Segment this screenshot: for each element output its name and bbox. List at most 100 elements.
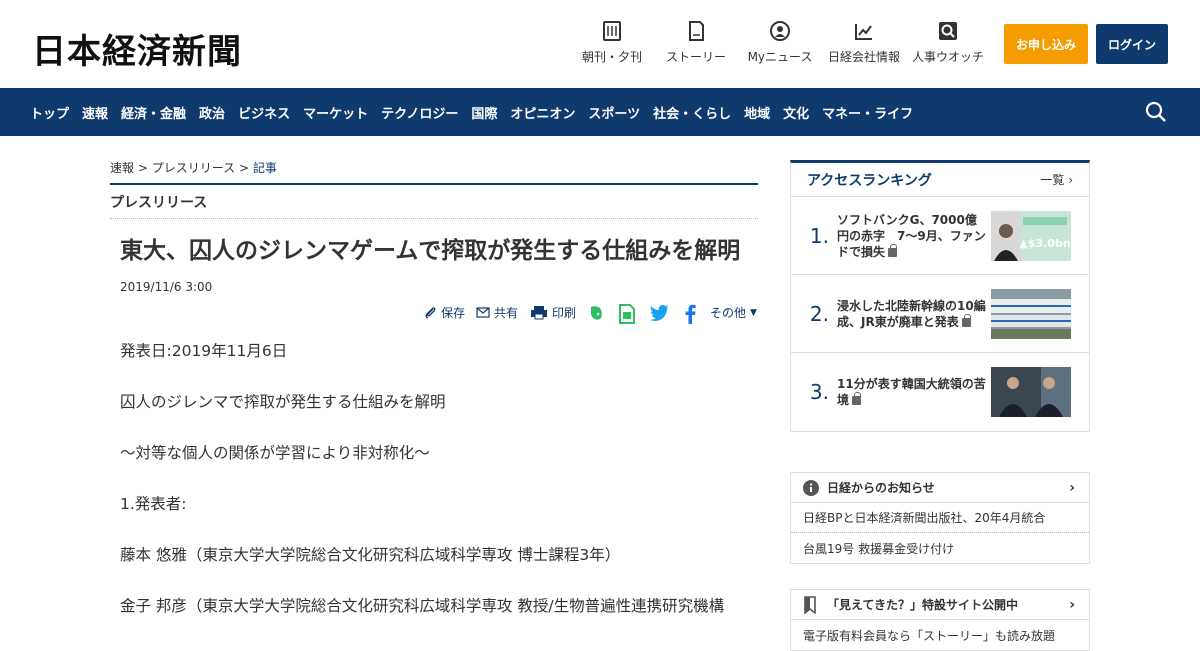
gnav-society[interactable]: 社会・くらし <box>653 103 731 122</box>
paragraph: 金子 邦彦（東京大学大学院総合文化研究科広域科学専攻 教授/生物普遍性連携研究機… <box>120 597 725 615</box>
paragraph: 発表日:2019年11月6日 <box>120 342 288 360</box>
paragraph: 藤本 悠雅（東京大学大学院総合文化研究科広域科学専攻 博士課程3年） <box>120 546 621 564</box>
gnav-economy[interactable]: 経済・金融 <box>121 103 186 122</box>
rank-headline: 浸水した北陸新幹線の10編成、JR東が廃車と発表 <box>837 298 987 330</box>
paperclip-icon <box>425 307 436 319</box>
thumb-figure: ▲$3.0bn <box>1019 237 1070 250</box>
rank-number: 3. <box>809 380 829 404</box>
breadcrumb-sep: > <box>137 161 148 175</box>
print-label: 印刷 <box>552 306 577 320</box>
book-icon <box>689 21 704 41</box>
search-icon[interactable] <box>1144 100 1168 124</box>
nav-label: 人事ウオッチ <box>911 50 984 64</box>
special-header[interactable]: 「見えてきた？」特設サイト公開中 › <box>791 590 1089 620</box>
nav-personnel-watch[interactable]: 人事ウオッチ <box>906 20 990 65</box>
header-nav: 朝刊・夕刊 ストーリー Myニュース 日経会社情報 人事ウオッチ <box>570 20 990 65</box>
section-label: プレスリリース <box>110 185 758 219</box>
save-label: 保存 <box>441 306 466 320</box>
article-body: 発表日:2019年11月6日 囚人のジレンマで搾取が発生する仕組みを解明 ～対等… <box>120 342 758 616</box>
notice-item[interactable]: 日経BPと日本経済新聞出版社、20年4月統合 <box>791 503 1089 533</box>
evernote-icon[interactable] <box>587 304 605 322</box>
mail-icon <box>476 307 490 318</box>
notice-header[interactable]: 日経からのお知らせ › <box>791 473 1089 503</box>
save-button[interactable]: 保存 <box>424 304 465 321</box>
site-header: 日本経済新聞 朝刊・夕刊 ストーリー Myニュース 日経会社情報 人事ウオッチ … <box>0 0 1200 88</box>
gnav-culture[interactable]: 文化 <box>783 103 809 122</box>
special-item[interactable]: 電子版有料会員なら「ストーリー」も読み放題 <box>791 620 1089 650</box>
breadcrumb-article: 記事 <box>252 161 277 175</box>
gnav-business[interactable]: ビジネス <box>238 103 290 122</box>
article-tools: 保存 共有 印刷 その他 ▼ <box>110 304 758 328</box>
ranking-thumbnail <box>991 367 1071 417</box>
paragraph: ～対等な個人の関係が学習により非対称化～ <box>120 444 430 462</box>
ranking-title: アクセスランキング <box>807 172 932 189</box>
gnav-opinion[interactable]: オピニオン <box>510 103 575 122</box>
breadcrumb: 速報 > プレスリリース > 記事 <box>110 159 758 185</box>
chevron-right-icon: › <box>1069 479 1075 496</box>
subscribe-button[interactable]: お申し込み <box>1004 24 1088 64</box>
ranking-item[interactable]: 3. 11分が表す韓国大統領の苦境 <box>791 353 1089 431</box>
info-icon <box>803 479 819 496</box>
person-icon <box>770 21 790 41</box>
nav-label: 日経会社情報 <box>827 50 900 64</box>
facebook-icon[interactable] <box>684 304 696 324</box>
lock-icon <box>888 243 898 257</box>
nav-label: Myニュース <box>747 50 813 64</box>
breadcrumb-sep: > <box>238 161 250 175</box>
special-title: 「見えてきた？」特設サイト公開中 <box>827 598 1019 612</box>
ranking-thumbnail: ▲$3.0bn <box>991 211 1071 261</box>
caret-down-icon: ▼ <box>750 307 757 318</box>
gnav-technology[interactable]: テクノロジー <box>381 103 458 122</box>
printer-icon <box>531 306 547 320</box>
ranking-item[interactable]: 1. ソフトバンクG、7000億円の赤字 7～9月、ファンドで損失 ▲$3.0b… <box>791 197 1089 275</box>
gnav-money-life[interactable]: マネー・ライフ <box>822 103 913 122</box>
print-button[interactable]: 印刷 <box>530 304 576 321</box>
site-logo[interactable]: 日本経済新聞 <box>32 24 242 73</box>
gnav-regional[interactable]: 地域 <box>744 103 770 122</box>
lock-icon <box>961 313 971 327</box>
ranking-more-label: 一覧 <box>1040 173 1065 187</box>
nav-my-news[interactable]: Myニュース <box>738 20 822 65</box>
rank-number: 2. <box>809 301 829 326</box>
gnav-market[interactable]: マーケット <box>303 103 368 122</box>
newspaper-icon <box>603 21 621 41</box>
nav-label: ストーリー <box>665 50 726 64</box>
chart-icon <box>855 24 872 40</box>
breadcrumb-breaking[interactable]: 速報 <box>110 161 134 175</box>
rank-headline-text: ソフトバンクG、7000億円の赤字 7～9月、ファンドで損失 <box>837 212 986 259</box>
rank-headline: 11分が表す韓国大統領の苦境 <box>837 376 987 408</box>
bookmark-icon <box>804 595 816 614</box>
global-nav: トップ 速報 経済・金融 政治 ビジネス マーケット テクノロジー 国際 オピニ… <box>0 88 1200 136</box>
article-date: 2019/11/6 3:00 <box>120 280 213 294</box>
nikkei-notices: 日経からのお知らせ › 日経BPと日本経済新聞出版社、20年4月統合 台風19号… <box>790 472 1090 564</box>
ranking-thumbnail <box>991 289 1071 339</box>
article-title: 東大、囚人のジレンマゲームで搾取が発生する仕組みを解明 <box>120 238 741 264</box>
memo-icon[interactable] <box>618 304 636 324</box>
nav-story[interactable]: ストーリー <box>654 20 738 65</box>
gnav-breaking[interactable]: 速報 <box>82 103 108 122</box>
paragraph: 1.発表者: <box>120 495 187 513</box>
rank-headline: ソフトバンクG、7000億円の赤字 7～9月、ファンドで損失 <box>837 212 987 260</box>
nav-company-info[interactable]: 日経会社情報 <box>822 20 906 65</box>
rank-number: 1. <box>809 223 829 248</box>
gnav-international[interactable]: 国際 <box>471 103 497 122</box>
ranking-more-link[interactable]: 一覧 › <box>1040 171 1073 188</box>
more-tools-button[interactable]: その他 ▼ <box>710 304 757 321</box>
gnav-top[interactable]: トップ <box>30 103 69 122</box>
share-button[interactable]: 共有 <box>476 304 518 321</box>
special-site: 「見えてきた？」特設サイト公開中 › 電子版有料会員なら「ストーリー」も読み放題 <box>790 589 1090 651</box>
nav-morning-evening[interactable]: 朝刊・夕刊 <box>570 20 654 65</box>
notice-title: 日経からのお知らせ <box>827 481 935 495</box>
notice-item[interactable]: 台風19号 救援募金受け付け <box>791 533 1089 563</box>
gnav-sports[interactable]: スポーツ <box>588 103 640 122</box>
gnav-politics[interactable]: 政治 <box>199 103 225 122</box>
breadcrumb-press[interactable]: プレスリリース <box>152 161 235 175</box>
login-button[interactable]: ログイン <box>1096 24 1168 64</box>
search-person-icon <box>939 22 957 40</box>
ranking-item[interactable]: 2. 浸水した北陸新幹線の10編成、JR東が廃車と発表 <box>791 275 1089 353</box>
chevron-right-icon: › <box>1069 596 1075 613</box>
article-column: 速報 > プレスリリース > 記事 プレスリリース 東大、囚人のジレンマゲームで… <box>110 136 758 648</box>
paragraph: 囚人のジレンマで搾取が発生する仕組みを解明 <box>120 393 446 411</box>
twitter-icon[interactable] <box>650 305 670 321</box>
sidebar: アクセスランキング 一覧 › 1. ソフトバンクG、7000億円の赤字 7～9月… <box>790 160 1090 651</box>
